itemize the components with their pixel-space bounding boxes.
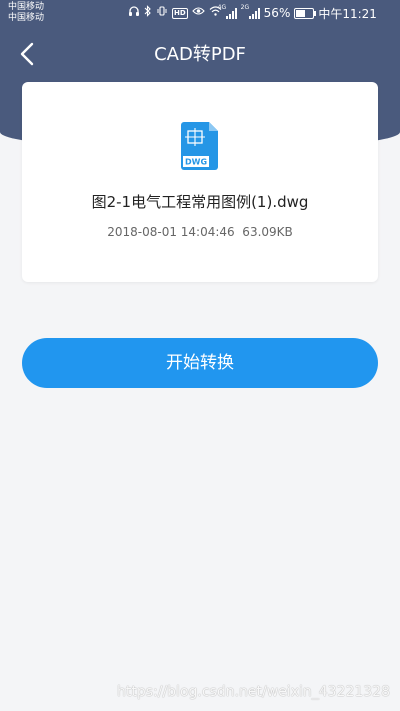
file-card: DWG 图2-1电气工程常用图例(1).dwg 2018-08-01 14:04… <box>22 82 378 282</box>
headphones-icon <box>128 5 140 21</box>
dwg-file-icon-label: DWG <box>185 158 207 167</box>
status-icons: HD 4G 2G 56% 中午11:21 <box>128 4 377 21</box>
status-bar: 中国移动 中国移动 HD 4G 2G 56% 中午11:21 <box>0 0 400 26</box>
dwg-file-icon: DWG <box>181 122 221 170</box>
battery-percent: 56% <box>263 6 291 20</box>
eye-icon <box>191 6 205 20</box>
battery-icon <box>294 7 317 19</box>
bluetooth-icon <box>144 5 152 21</box>
network-4g-label: 4G <box>217 4 227 11</box>
network-2g-label: 2G <box>240 4 250 11</box>
battery-fill <box>296 9 306 17</box>
signal-4g-icon: 4G <box>218 4 237 19</box>
carrier-info: 中国移动 中国移动 <box>8 2 44 24</box>
start-conversion-button[interactable]: 开始转换 <box>22 338 378 388</box>
signal-2g-icon: 2G <box>241 4 260 19</box>
page-title: CAD转PDF <box>154 44 246 65</box>
file-name: 图2-1电气工程常用图例(1).dwg <box>91 193 309 211</box>
clock: 中午11:21 <box>318 6 377 21</box>
file-meta: 2018-08-01 14:04:46 63.09KB <box>107 225 293 239</box>
carrier-1: 中国移动 <box>8 2 45 12</box>
carrier-2: 中国移动 <box>8 13 45 23</box>
vibrate-icon <box>156 5 168 21</box>
watermark: https://blog.csdn.net/weixin_43221328 <box>116 684 390 700</box>
hd-icon: HD <box>172 7 188 19</box>
